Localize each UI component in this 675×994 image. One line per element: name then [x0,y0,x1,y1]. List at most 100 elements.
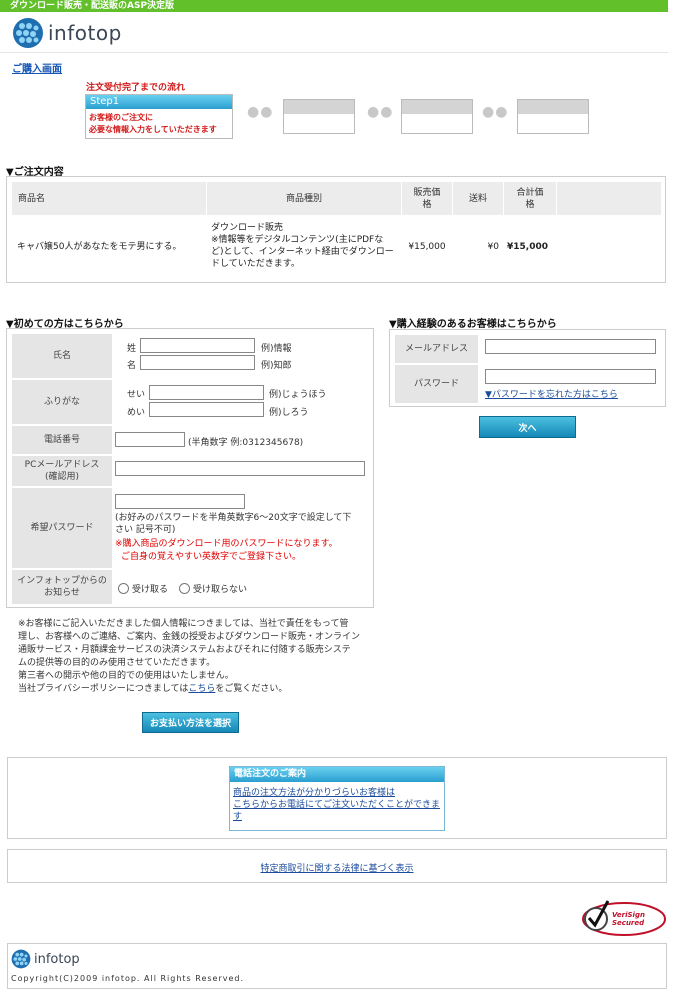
footer: infotop Copyright(C)2009 infotop. All Ri… [7,943,667,989]
col-header-price-line1: 販売価 [413,187,441,198]
not-receive-option[interactable]: 受け取らない [179,582,247,595]
product-type-line2: ※情報等をデジタルコンテンツ(主にPDFな [211,235,384,245]
step-dots: ●● [367,104,394,120]
email-label-line1: PCメールアドレス [24,460,100,470]
step3-box [401,99,473,134]
privacy-line: 理し、お客様へのご連絡、ご案内、金銭の授受およびダウンロード販売・オンライン [18,632,361,642]
mei-kana-label: めい [127,408,146,418]
notice-label-line2: お知らせ [44,588,80,598]
sei-example: 例)情報 [261,344,292,354]
step4-box [517,99,589,134]
privacy-policy-link[interactable]: こちら [188,684,215,694]
privacy-line: 第三者への開示や他の目的での使用はいたしません。 [18,671,234,681]
password-warning-line2: ご自身の覚えやすい英数字でご登録下さい。 [121,552,302,562]
phone-order-link-line3[interactable]: す [233,811,443,823]
col-header-price: 販売価 格 [402,182,452,215]
select-payment-button[interactable]: お支払い方法を選択 [142,712,239,733]
password-warning-line1: ※購入商品のダウンロード用のパスワードになります。 [115,539,338,549]
member-email-input[interactable] [485,339,656,354]
privacy-line: ムの提供等の目的のみ使用させていただきます。 [18,658,216,668]
phone-input[interactable] [115,432,185,447]
total-price: ¥15,000 [507,242,548,252]
privacy-notice: ※お客様にご記入いただきました個人情報につきましては、当社で責任をもって管 理し… [18,618,368,696]
next-button[interactable]: 次へ [479,416,576,438]
password-hint: (お好みのパスワードを半角英数字6～20文字で設定して下 さい 記号不可) [115,512,351,536]
product-type-line4: ドしていただきます。 [211,259,300,269]
col-header-shipping: 送料 [453,182,503,215]
privacy-policy-pre: 当社プライバシーポリシーにつきましては [18,684,189,694]
verisign-text: VeriSign Secured [612,911,645,927]
mei-kana-example: 例)しろう [269,408,309,418]
member-password-input[interactable] [485,369,656,384]
commercial-law-link[interactable]: 特定商取引に関する法律に基づく表示 [8,861,666,874]
sei-label: 姓 [127,344,137,354]
privacy-policy-post: をご覧ください。 [215,684,288,694]
product-type-line1: ダウンロード販売 [211,223,284,233]
col-header-total-line1: 合計価 [516,187,544,198]
flow-title: 注文受付完了までの流れ [86,83,186,93]
sei-kana-label: せい [127,390,146,400]
member-section-title: ▼購入経験のあるお客様はこちらから [389,319,557,330]
notice-label-line1: インフォトップからの [17,576,107,586]
password-warning: ※購入商品のダウンロード用のパスワードになります。 ご自身の覚えやすい英数字でご… [115,538,338,564]
privacy-line: ※お客様にご記入いただきました個人情報につきましては、当社で責任をもって管 [18,619,349,629]
desired-password-input[interactable] [115,494,245,509]
phone-order-link-line1[interactable]: 商品の注文方法が分かりづらいお客様は [233,787,443,799]
step1-label: Step1 [86,95,232,109]
receive-option[interactable]: 受け取る [118,582,168,595]
step2-header [284,100,354,114]
last-name-kana-input[interactable] [149,385,264,400]
footer-logo: infotop [11,949,80,969]
col-header-price-line2: 格 [422,199,432,210]
first-name-input[interactable] [140,355,255,370]
first-name-kana-input[interactable] [149,402,264,417]
verisign-line1: VeriSign [612,911,645,919]
not-receive-radio[interactable] [179,583,190,594]
col-header-type: 商品種別 [207,182,401,215]
notice-label: インフォトップからの お知らせ [12,570,112,604]
receive-radio[interactable] [118,583,129,594]
order-table: 商品名 商品種別 販売価 格 送料 合計価 格 キャバ嬢50人があなたをモテ男に… [6,176,666,283]
product-type-line3: ど)として、インターネット経由でダウンロー [211,247,394,257]
step1-box: Step1 お客様のご注文に 必要な情報入力をしていただきます [85,94,233,139]
product-type: ダウンロード販売 ※情報等をデジタルコンテンツ(主にPDFな ど)として、インタ… [211,222,401,270]
email-label-line2: (確認用) [44,472,80,482]
top-banner: ダウンロード販売・配送販のASP決定版 [0,0,668,12]
new-customer-form: 氏名 姓 例)情報 名 例)知郎 ふりがな せい 例)じょうほう めい 例)しろ… [6,328,374,608]
phone-order-link[interactable]: 商品の注文方法が分かりづらいお客様は こちらからお電話にてご注文いただくことがで… [233,787,443,823]
footer-brand-name: infotop [34,951,80,967]
col-header-total: 合計価 格 [504,182,556,215]
infotop-logo-icon [13,18,43,48]
not-receive-label: 受け取らない [193,585,248,595]
name-label: 氏名 [12,334,112,378]
product-name: キャバ嬢50人があなたをモテ男にする。 [17,242,182,252]
col-header-total-line2: 格 [525,199,535,210]
mei-example: 例)知郎 [261,361,292,371]
step-dots: ●● [482,104,509,120]
last-name-input[interactable] [140,338,255,353]
verisign-seal[interactable]: VeriSign Secured [582,897,666,937]
phone-order-link-line2[interactable]: こちらからお電話にてご注文いただくことができま [233,799,443,811]
brand-name: infotop [48,21,122,45]
phone-order-title: 電話注文のご案内 [230,767,444,782]
col-header-name: 商品名 [12,182,206,215]
phone-order-box: 電話注文のご案内 商品の注文方法が分かりづらいお客様は こちらからお電話にてご注… [229,766,445,831]
step1-text1: お客様のご注文に [89,113,153,122]
step-dots: ●● [247,104,274,120]
email-confirm-input[interactable] [115,461,365,476]
privacy-line: 通販サービス・月額課金サービスの決済システムおよびそれに付随する販売システ [18,645,351,655]
step2-box [283,99,355,134]
email-label: PCメールアドレス (確認用) [12,456,112,486]
password-label: 希望パスワード [12,488,112,568]
privacy-policy-line: 当社プライバシーポリシーにつきましてはこちらをご覧ください。 [18,683,368,696]
step4-header [518,100,588,114]
forgot-password-link[interactable]: ▼パスワードを忘れた方はこちら [485,387,618,400]
col-header-empty [557,182,661,215]
header-logo[interactable]: infotop [12,17,132,49]
password-hint-line2: さい 記号不可) [115,525,176,535]
infotop-logo-icon [11,949,31,969]
phone-hint: (半角数字 例:0312345678) [188,438,304,448]
step1-text2: 必要な情報入力をしていただきます [89,125,217,134]
sei-kana-example: 例)じょうほう [269,390,327,400]
product-price: ¥15,000 [408,242,446,252]
